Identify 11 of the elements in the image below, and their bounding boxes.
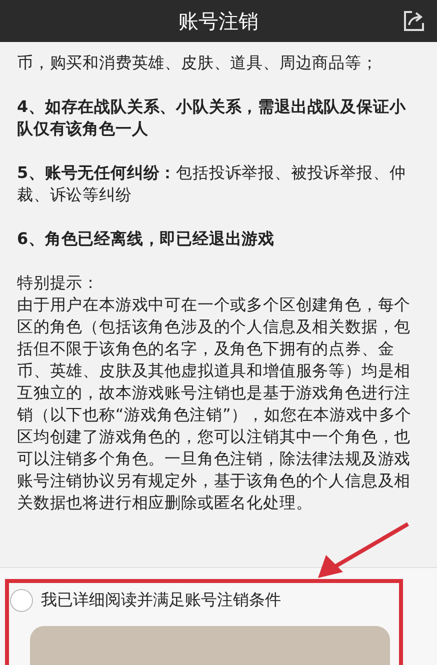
notice-title: 特别提示： <box>17 272 100 294</box>
share-icon <box>402 9 426 33</box>
page-title: 账号注销 <box>178 8 258 35</box>
agreement-label: 我已详细阅读并满足账号注销条件 <box>41 589 281 611</box>
clause-text: 币，购买和消费英雄、皮肤、道具、周边商品等； <box>17 52 379 74</box>
confirm-button[interactable] <box>30 626 390 665</box>
agreement-checkbox[interactable] <box>10 588 33 612</box>
clause-text: 5、账号无任何纠纷：包括投诉举报、被投诉举报、仲裁、诉讼等纠纷 <box>17 162 407 206</box>
clause-text: 6、角色已经离线，即已经退出游戏 <box>17 228 276 250</box>
clause-text: 4、如存在战队关系、小队关系，需退出战队及保证小队仅有该角色一人 <box>17 96 407 140</box>
notice-text: 由于用户在本游戏中可在一个或多个区创建角色，每个区的角色（包括该角色涉及的个人信息及相关数据，包括但不限于该角色的名字，及角色下拥有的点券、金币、英雄、皮肤及其他虚拟道具和增值服务等）均是相互独立的，故本游戏账号注销也是基于游戏角色进行注销（以下也称“游戏角色注销”），如您在本游戏中多个区均创建了游戏角色的，您可以注销其中一个角色，也可以注销多个角色。一旦角色注销，除法律法规及游戏账号注销协议另有规定外，基于该角色的个人信息及相关数据也将进行相应删除或匿名化处理。 <box>17 294 413 514</box>
